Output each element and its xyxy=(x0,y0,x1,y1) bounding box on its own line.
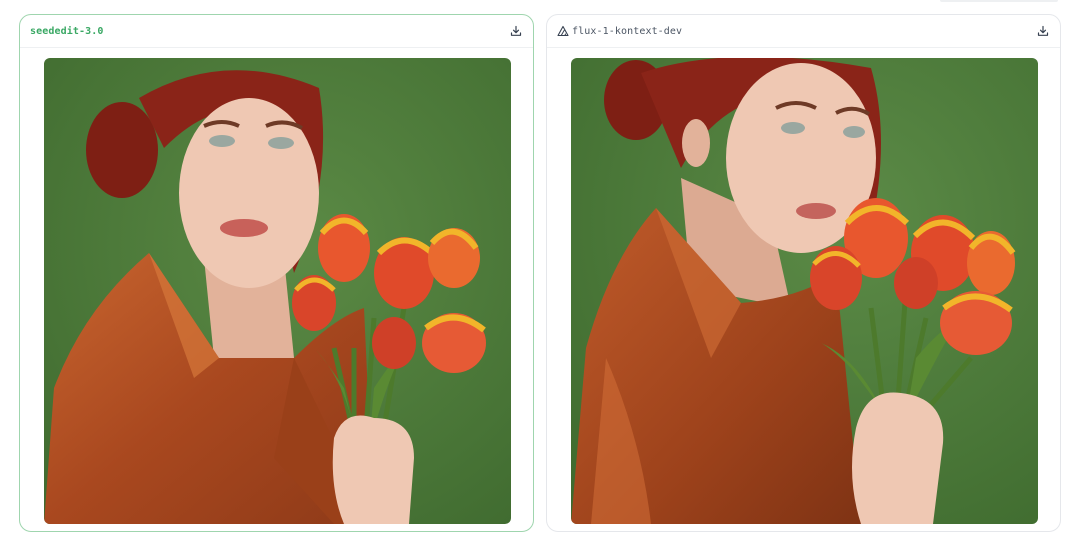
result-image[interactable] xyxy=(44,58,511,524)
top-panel-edge xyxy=(940,0,1058,2)
model-name-label: flux-1-kontext-dev xyxy=(572,25,683,37)
portrait-image xyxy=(44,58,511,524)
download-icon[interactable] xyxy=(1036,24,1050,38)
result-card-flux[interactable]: flux-1-kontext-dev xyxy=(546,14,1061,532)
result-card-seededit[interactable]: seededit-3.0 xyxy=(19,14,534,532)
triangle-logo-icon xyxy=(557,25,569,37)
download-icon[interactable] xyxy=(509,24,523,38)
result-image[interactable] xyxy=(571,58,1038,524)
model-name-label: seededit-3.0 xyxy=(30,25,104,37)
card-header: seededit-3.0 xyxy=(20,15,533,48)
card-header: flux-1-kontext-dev xyxy=(547,15,1060,48)
portrait-image xyxy=(571,58,1038,524)
